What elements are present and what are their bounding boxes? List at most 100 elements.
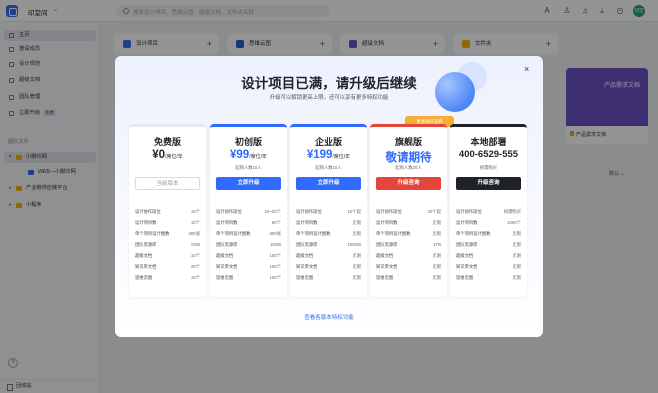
feature-row: 单个项目设计图数 300张 bbox=[216, 229, 281, 239]
feature-row: 知识库文档 无限 bbox=[376, 262, 441, 272]
feature-label: 思维云图 bbox=[216, 275, 234, 280]
feature-row: 超级文档 无限 bbox=[456, 251, 521, 261]
feature-row: 知识库文档 20个 bbox=[135, 262, 200, 272]
feature-row: 思维云图 无限 bbox=[296, 273, 361, 283]
consult-button[interactable]: 升级咨询 bbox=[456, 177, 521, 190]
feature-value: 300张 bbox=[188, 231, 200, 236]
feature-value: 无限 bbox=[352, 264, 361, 269]
dialog-subtitle: 升级可以解锁更高上限，还可以享有更多特权功能 bbox=[269, 95, 389, 101]
feature-label: 设计协作席位 bbox=[216, 209, 242, 214]
plan-note: 起购人数10人 bbox=[315, 165, 342, 170]
upgrade-dialog: 设计项目已满，请升级后继续 升级可以解锁更高上限，还可以享有更多特权功能 × 更… bbox=[115, 56, 543, 337]
feature-label: 团队资源库 bbox=[135, 242, 157, 247]
feature-label: 设计项目数 bbox=[216, 220, 238, 225]
compare-plans-link[interactable]: 查看各版本特权功能 bbox=[115, 313, 543, 321]
feature-label: 思维云图 bbox=[376, 275, 394, 280]
feature-value: 100个 bbox=[269, 275, 281, 280]
close-icon[interactable]: × bbox=[524, 65, 529, 74]
feature-value: 无限 bbox=[432, 231, 441, 236]
feature-label: 思维云图 bbox=[135, 275, 153, 280]
plan-name: 企业版 bbox=[314, 137, 342, 147]
plan-price-value: ¥99 bbox=[230, 149, 250, 161]
feature-row: 单个项目设计图数 无限 bbox=[376, 229, 441, 239]
feature-label: 单个项目设计图数 bbox=[135, 231, 170, 236]
feature-row: 单个项目设计图数 300张 bbox=[135, 229, 200, 239]
plan-name: 免费版 bbox=[153, 137, 181, 147]
feature-row: 设计协作席位 10个起 bbox=[296, 207, 361, 217]
feature-label: 单个项目设计图数 bbox=[296, 231, 331, 236]
feature-value: 无限 bbox=[432, 220, 441, 225]
feature-value: 100个 bbox=[269, 264, 281, 269]
plan-price: 敬请期待 bbox=[370, 149, 447, 165]
plan-price: ¥99/席位/年 bbox=[210, 149, 287, 161]
plan-card-on-premise: 本地部署 400-6529-555 按需购买 升级咨询 设计协作席位 按需购买 设计项目数 1… bbox=[450, 124, 527, 297]
feature-row: 思维云图 100个 bbox=[216, 273, 281, 283]
feature-value: 无限 bbox=[512, 264, 521, 269]
feature-row: 单个项目设计图数 无限 bbox=[456, 229, 521, 239]
feature-value: 无限 bbox=[512, 275, 521, 280]
feature-label: 团队资源库 bbox=[296, 242, 318, 247]
feature-label: 设计项目数 bbox=[135, 220, 157, 225]
feature-label: 团队资源库 bbox=[216, 242, 238, 247]
feature-label: 知识库文档 bbox=[216, 264, 238, 269]
feature-value: 50个 bbox=[271, 220, 281, 225]
feature-label: 知识库文档 bbox=[376, 264, 398, 269]
feature-row: 设计项目数 50个 bbox=[216, 218, 281, 228]
feature-value: 无限 bbox=[432, 253, 441, 258]
feature-row: 知识库文档 无限 bbox=[296, 262, 361, 272]
plan-name: 本地部署 bbox=[470, 137, 507, 147]
feature-row: 超级文档 无限 bbox=[376, 251, 441, 261]
feature-value: 100GB bbox=[347, 242, 361, 247]
feature-value: 无限 bbox=[512, 231, 521, 236]
plan-card-free: 免费版 ¥0/席位/年当前版本设计协作席位 10个设计项目数 10个单个项目设计图数 3… bbox=[129, 124, 206, 297]
feature-row: 设计项目数 无限 bbox=[376, 218, 441, 228]
feature-row: 团队资源库 10GB bbox=[216, 240, 281, 250]
feature-row: 团队资源库 1TB bbox=[376, 240, 441, 250]
feature-row: 超级文档 无限 bbox=[296, 251, 361, 261]
feature-value: 0GB bbox=[191, 242, 200, 247]
current-plan-button: 当前版本 bbox=[135, 177, 200, 190]
feature-value: 10个起 bbox=[347, 209, 361, 214]
dialog-title: 设计项目已满，请升级后继续 bbox=[241, 76, 417, 91]
plan-card-flagship: 旗舰版 敬请期待 起购人数20人 升级咨询 设计协作席位 20个起 设计项目数 无限 单个项目设… bbox=[370, 124, 447, 297]
feature-row: 设计协作席位 10~20个 bbox=[216, 207, 281, 217]
feature-label: 设计项目数 bbox=[376, 220, 398, 225]
feature-label: 单个项目设计图数 bbox=[456, 231, 491, 236]
feature-row: 单个项目设计图数 无限 bbox=[296, 229, 361, 239]
plan-note: 起购人数10人 bbox=[235, 165, 262, 170]
feature-label: 超级文档 bbox=[456, 253, 474, 258]
feature-label: 思维云图 bbox=[456, 275, 474, 280]
feature-value: 1TB bbox=[433, 242, 441, 247]
feature-value: 20个 bbox=[190, 264, 200, 269]
feature-row: 知识库文档 100个 bbox=[216, 262, 281, 272]
feature-row: 超级文档 10个 bbox=[135, 251, 200, 261]
upgrade-now-button[interactable]: 立即升级 bbox=[296, 177, 361, 190]
feature-label: 单个项目设计图数 bbox=[376, 231, 411, 236]
feature-value: 无限 bbox=[352, 220, 361, 225]
feature-row: 设计协作席位 按需购买 bbox=[456, 207, 521, 217]
plan-price: ¥199/席位/年 bbox=[290, 149, 367, 161]
feature-label: 设计项目数 bbox=[296, 220, 318, 225]
plan-price-unit: /席位/年 bbox=[249, 154, 267, 160]
feature-value: 10~20个 bbox=[264, 209, 281, 214]
plan-name: 初创版 bbox=[234, 137, 262, 147]
feature-value: 无限 bbox=[432, 275, 441, 280]
plan-card-starter: 初创版 ¥99/席位/年起购人数10人立即升级设计协作席位 10~20个设计项目数 5… bbox=[210, 124, 287, 297]
feature-row: 团队资源库 0GB bbox=[135, 240, 200, 250]
plan-price-value: ¥0 bbox=[152, 149, 165, 161]
plan-name: 旗舰版 bbox=[394, 137, 422, 147]
upgrade-now-button[interactable]: 立即升级 bbox=[216, 177, 281, 190]
feature-row: 设计项目数 无限 bbox=[296, 218, 361, 228]
plan-note: 起购人数20人 bbox=[395, 165, 422, 170]
feature-value: 按需购买 bbox=[503, 209, 521, 214]
feature-value: 无限 bbox=[432, 264, 441, 269]
feature-value: 10个 bbox=[190, 209, 200, 214]
plan-card-enterprise: 企业版 ¥199/席位/年 起购人数10人 立即升级 设计协作席位 10个起 设计项目数 无限… bbox=[290, 124, 367, 297]
feature-row: 设计协作席位 10个 bbox=[135, 207, 200, 217]
feature-label: 超级文档 bbox=[216, 253, 234, 258]
plan-price-value: 400-6529-555 bbox=[458, 149, 519, 160]
feature-value: 10个 bbox=[190, 220, 200, 225]
plan-price-unit: /席位/年 bbox=[165, 154, 183, 160]
feature-row: 知识库文档 无限 bbox=[456, 262, 521, 272]
consult-button[interactable]: 升级咨询 bbox=[376, 177, 441, 190]
